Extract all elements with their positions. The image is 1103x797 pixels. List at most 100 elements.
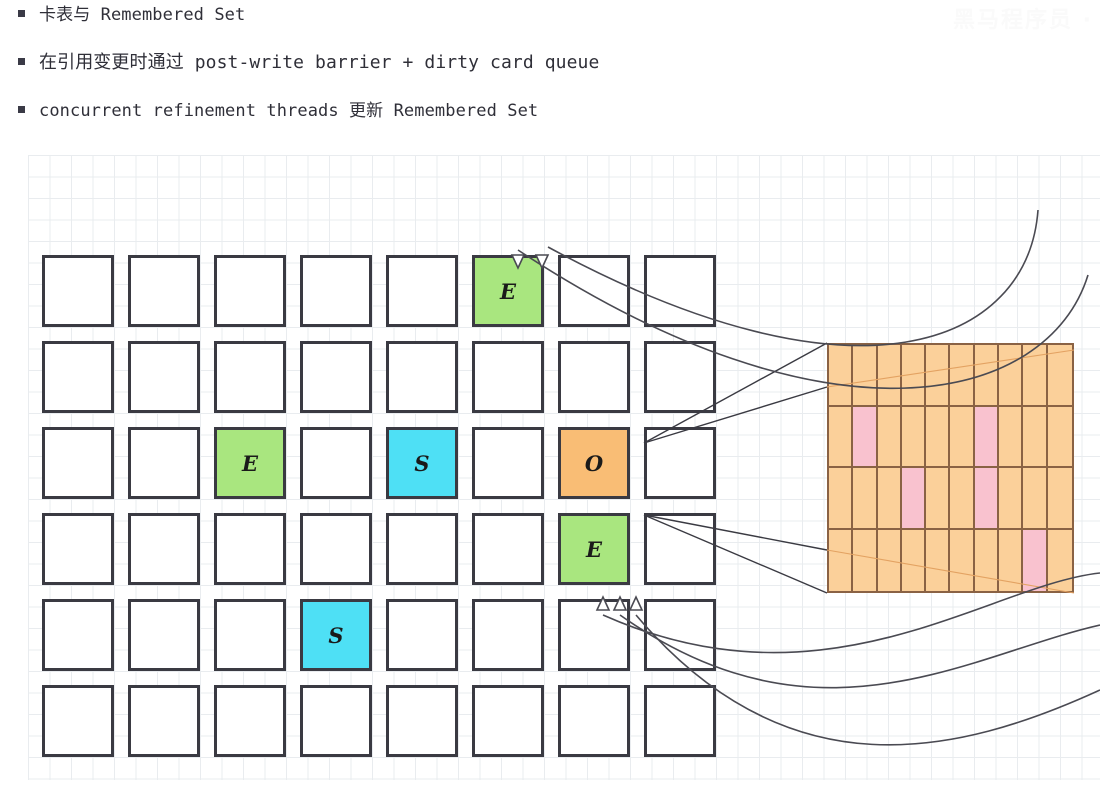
card-clean: [1047, 406, 1072, 468]
region-cell-empty: [42, 341, 114, 413]
card-clean: [901, 529, 927, 591]
card-clean: [1047, 529, 1072, 591]
region-cell-empty: [128, 341, 200, 413]
bullet-marker-icon: [18, 106, 25, 113]
region-cell-empty: [42, 255, 114, 327]
region-cell-eden-top: E: [472, 255, 544, 327]
card-clean: [877, 406, 902, 468]
region-cell-label: S: [414, 450, 430, 476]
card-clean: [901, 406, 927, 468]
card-clean: [1023, 406, 1048, 468]
region-cell-empty: [42, 599, 114, 671]
region-cell-empty: [472, 513, 544, 585]
card-clean: [901, 345, 927, 407]
region-cell-empty: [472, 685, 544, 757]
region-cell-empty: [300, 427, 372, 499]
region-cell-empty: [128, 513, 200, 585]
region-cell-empty: [300, 255, 372, 327]
region-cell-empty: [214, 341, 286, 413]
card-clean: [1023, 468, 1048, 530]
region-cell-label: E: [585, 536, 602, 562]
region-cell-empty: [42, 513, 114, 585]
region-cell-survivor-low: S: [300, 599, 372, 671]
card-table-diagram: E E S O E S: [28, 155, 1100, 780]
card-clean: [926, 468, 951, 530]
watermark-text: 黑马程序员 ·: [952, 8, 1093, 33]
region-cell-empty: [300, 685, 372, 757]
region-cell-empty: [558, 685, 630, 757]
card-clean: [999, 529, 1024, 591]
card-clean: [829, 529, 854, 591]
card-clean: [999, 468, 1024, 530]
region-cell-label: E: [499, 278, 516, 304]
region-cell-old: O: [558, 427, 630, 499]
card-dirty: [901, 468, 927, 530]
card-clean: [853, 529, 878, 591]
card-clean: [829, 406, 854, 468]
region-cell-empty: [300, 341, 372, 413]
region-cell-empty: [214, 685, 286, 757]
region-cell-label: E: [241, 450, 258, 476]
region-cell-empty: [558, 255, 630, 327]
region-cell-empty: [644, 685, 716, 757]
card-clean: [877, 529, 902, 591]
card-clean: [974, 345, 1000, 407]
region-cell-empty: [128, 427, 200, 499]
bullet-text-post-write-barrier: 在引用变更时通过 post-write barrier + dirty card…: [39, 52, 600, 73]
region-cell-empty: [42, 427, 114, 499]
region-cell-label: S: [328, 622, 344, 648]
region-cell-empty: [644, 427, 716, 499]
card-clean: [877, 468, 902, 530]
card-clean: [999, 406, 1024, 468]
region-cell-empty: [214, 255, 286, 327]
card-clean: [950, 406, 975, 468]
card-clean: [1047, 345, 1072, 407]
region-cell-label: O: [584, 450, 604, 476]
bullet-item-card-table: 卡表与 Remembered Set: [0, 0, 860, 48]
region-cell-empty: [42, 685, 114, 757]
region-cell-empty: [386, 255, 458, 327]
region-cell-empty: [386, 341, 458, 413]
card-clean: [1047, 468, 1072, 530]
region-cell-empty: [214, 513, 286, 585]
card-table-grid: [827, 343, 1074, 593]
bullet-item-concurrent-refinement: concurrent refinement threads 更新 Remembe…: [0, 96, 860, 144]
region-cell-empty: [644, 341, 716, 413]
card-clean: [926, 406, 951, 468]
bullet-text-concurrent-refinement: concurrent refinement threads 更新 Remembe…: [39, 101, 539, 121]
bullet-list: 卡表与 Remembered Set 在引用变更时通过 post-write b…: [0, 0, 860, 144]
region-cell-survivor-mid: S: [386, 427, 458, 499]
card-clean: [950, 529, 975, 591]
region-cell-empty: [472, 427, 544, 499]
region-cell-empty: [644, 513, 716, 585]
card-clean: [829, 468, 854, 530]
bullet-marker-icon: [18, 10, 25, 17]
bullet-marker-icon: [18, 58, 25, 65]
region-cell-empty: [472, 599, 544, 671]
region-cell-empty: [128, 599, 200, 671]
region-cell-empty: [386, 599, 458, 671]
region-cell-empty: [386, 513, 458, 585]
card-clean: [926, 529, 951, 591]
region-cell-empty: [558, 599, 630, 671]
card-clean: [999, 345, 1024, 407]
card-dirty: [974, 406, 1000, 468]
region-cell-empty: [644, 599, 716, 671]
card-clean: [853, 468, 878, 530]
region-cell-empty: [644, 255, 716, 327]
region-cell-empty: [214, 599, 286, 671]
region-cell-empty: [472, 341, 544, 413]
region-cell-empty: [386, 685, 458, 757]
region-cell-empty: [300, 513, 372, 585]
card-dirty: [974, 468, 1000, 530]
card-dirty: [1023, 529, 1048, 591]
card-dirty: [853, 406, 878, 468]
card-clean: [950, 345, 975, 407]
region-cell-eden-left: E: [214, 427, 286, 499]
bullet-item-post-write-barrier: 在引用变更时通过 post-write barrier + dirty card…: [0, 48, 860, 96]
region-cell-empty: [128, 685, 200, 757]
card-clean: [829, 345, 854, 407]
card-clean: [926, 345, 951, 407]
region-cell-eden-bottom: E: [558, 513, 630, 585]
card-clean: [853, 345, 878, 407]
